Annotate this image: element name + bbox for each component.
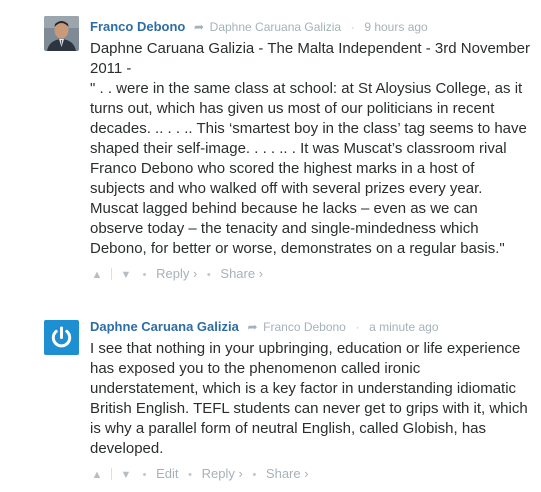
author-name[interactable]: Franco Debono (90, 19, 185, 34)
author-name[interactable]: Daphne Caruana Galizia (90, 319, 239, 334)
vote-divider (111, 468, 112, 480)
share-button[interactable]: Share › (220, 266, 263, 281)
reply-arrow-icon: ➦ (193, 20, 205, 34)
timestamp-link[interactable]: a minute ago (369, 320, 438, 334)
chevron-down-icon[interactable]: ▼ (119, 266, 133, 284)
vote-divider (111, 268, 112, 280)
comment-footer: ▲ ▼ • Edit • Reply › • Share › (90, 465, 530, 483)
comment-paragraph: Daphne Caruana Galizia - The Malta Indep… (90, 40, 530, 77)
avatar[interactable] (44, 16, 79, 51)
comment-text: I see that nothing in your upbringing, e… (90, 339, 530, 459)
separator-dot: • (188, 469, 192, 481)
comment-paragraph: " . . were in the same class at school: … (90, 80, 527, 257)
separator-dot: • (142, 269, 147, 281)
reply-arrow-icon: ➦ (247, 320, 258, 334)
timestamp-link[interactable]: 9 hours ago (364, 20, 427, 34)
comment-paragraph: I see that nothing in your upbringing, e… (90, 340, 528, 457)
separator-dot: · (350, 20, 355, 34)
share-button[interactable]: Share › (266, 466, 309, 481)
user-photo-icon (44, 16, 79, 51)
avatar[interactable] (44, 320, 79, 355)
comment-footer: ▲ ▼ • Reply › • Share › (90, 265, 530, 283)
separator-dot: · (355, 320, 360, 334)
reply-button[interactable]: Reply › (156, 266, 197, 281)
comment-thread: Franco Debono ➦ Daphne Caruana Galizia ·… (0, 0, 541, 492)
comment-header: Daphne Caruana Galizia ➦ Franco Debono ·… (90, 317, 530, 337)
edit-button[interactable]: Edit (156, 466, 178, 481)
comment-franco-debono: Franco Debono ➦ Daphne Caruana Galizia ·… (0, 0, 541, 296)
comment-body: Daphne Caruana Galizia ➦ Franco Debono ·… (90, 317, 530, 483)
comment-text: Daphne Caruana Galizia - The Malta Indep… (90, 39, 530, 259)
separator-dot: • (206, 269, 211, 281)
in-reply-to-link[interactable]: Daphne Caruana Galizia (210, 20, 341, 34)
comment-body: Franco Debono ➦ Daphne Caruana Galizia ·… (90, 17, 530, 283)
chevron-down-icon[interactable]: ▼ (119, 466, 133, 484)
separator-dot: • (252, 469, 257, 481)
in-reply-to-link[interactable]: Franco Debono (263, 320, 346, 334)
comment-daphne-caruana-galizia: Daphne Caruana Galizia ➦ Franco Debono ·… (0, 306, 541, 492)
chevron-up-icon[interactable]: ▲ (90, 466, 104, 484)
comment-header: Franco Debono ➦ Daphne Caruana Galizia ·… (90, 17, 530, 37)
chevron-up-icon[interactable]: ▲ (90, 266, 104, 284)
disqus-power-icon (44, 320, 79, 355)
separator-dot: • (142, 469, 147, 481)
reply-button[interactable]: Reply › (202, 466, 243, 481)
